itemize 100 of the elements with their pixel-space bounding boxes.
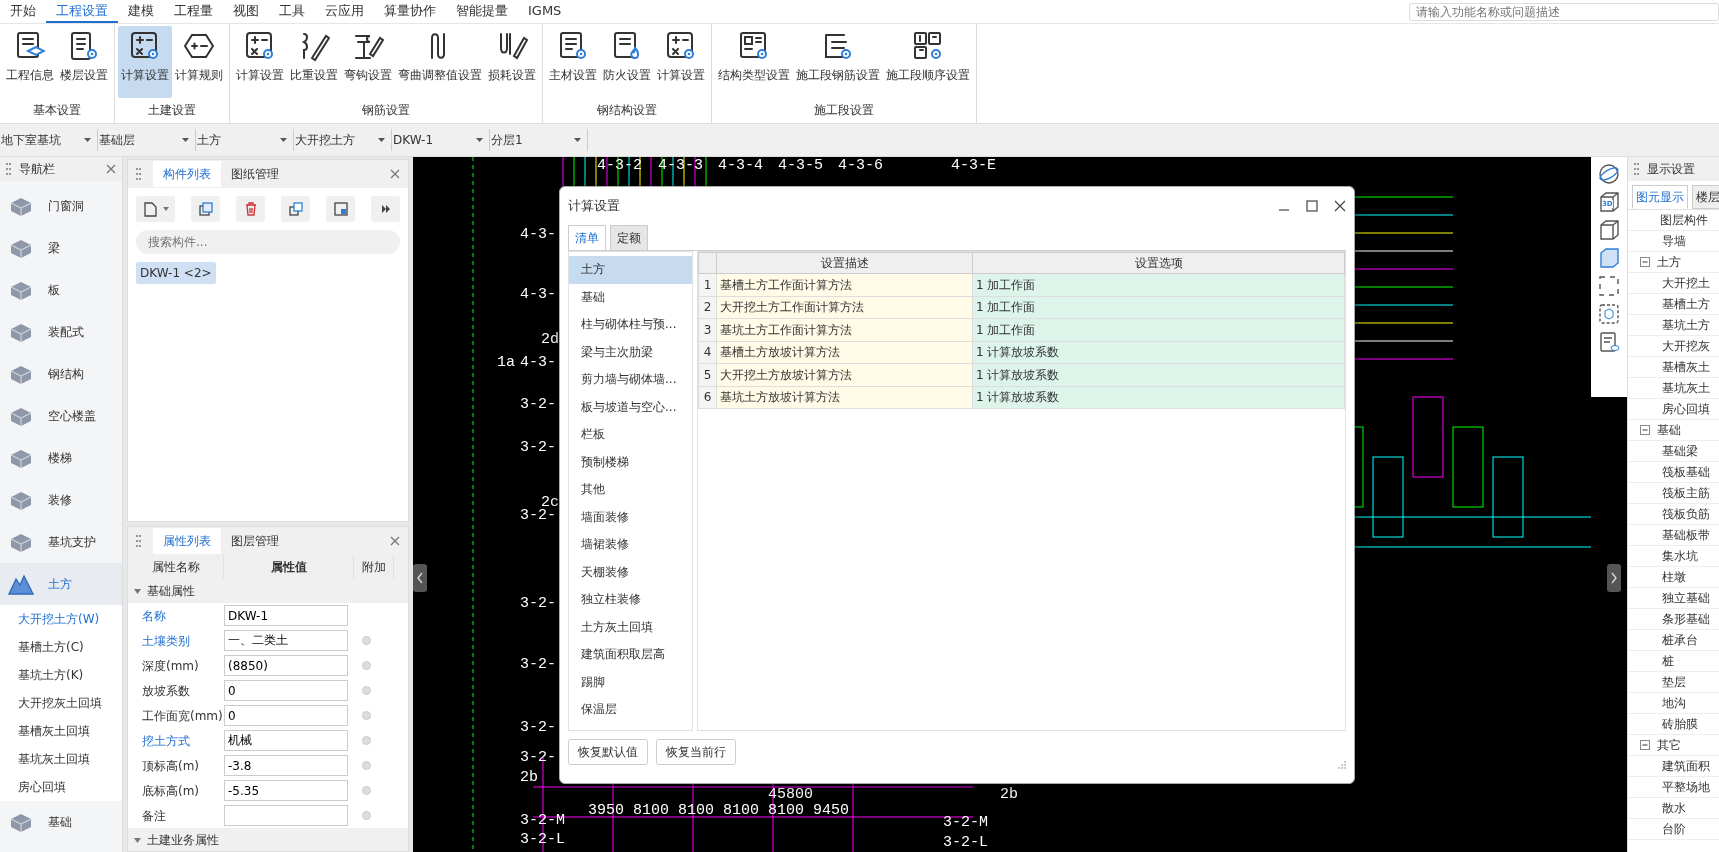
panel-tab[interactable]: 构件列表 <box>153 161 221 187</box>
nav-subitem[interactable]: 大开挖土方(W) <box>0 605 122 633</box>
property-value-field[interactable]: 机械 <box>224 730 348 752</box>
dialog-tab[interactable]: 定额 <box>610 225 648 250</box>
nav-item[interactable]: 基坑支护 <box>0 521 122 563</box>
nav-item[interactable]: 装配式 <box>0 311 122 353</box>
category-item[interactable]: 墙面装修 <box>569 503 692 531</box>
dropdown[interactable]: 基础层 <box>98 129 196 151</box>
category-item[interactable]: 天棚装修 <box>569 558 692 586</box>
attach-radio[interactable] <box>362 761 371 771</box>
tree-item[interactable]: 散水 <box>1628 798 1719 819</box>
dashed-cube-icon[interactable] <box>1598 303 1620 325</box>
ribbon-button[interactable]: 结构类型设置 <box>715 26 793 98</box>
tree-item[interactable]: 基槽灰土 <box>1628 357 1719 378</box>
tree-item[interactable]: 集水坑 <box>1628 546 1719 567</box>
toolbar-button[interactable] <box>236 196 266 222</box>
maximize-icon[interactable] <box>1306 200 1318 212</box>
table-cell[interactable]: 1 计算放坡系数 <box>972 386 1345 409</box>
menu-tab[interactable]: 工具 <box>269 0 315 23</box>
menu-tab[interactable]: 开始 <box>0 0 46 23</box>
category-item[interactable]: 墙裙装修 <box>569 531 692 559</box>
nav-item[interactable]: 基础 <box>0 801 122 843</box>
collapse-handle-icon[interactable] <box>413 564 427 592</box>
menu-tab[interactable]: 建模 <box>118 0 164 23</box>
dropdown[interactable]: 大开挖土方 <box>294 129 392 151</box>
dropdown[interactable]: DKW-1 <box>392 129 490 151</box>
tree-item[interactable]: 平整场地 <box>1628 777 1719 798</box>
ribbon-button[interactable]: 防火设置 <box>600 26 654 98</box>
search-field[interactable]: 请输入功能名称或问题描述 <box>1409 3 1719 21</box>
tree-item[interactable]: 导墙 <box>1628 231 1719 252</box>
category-item[interactable]: 梁与主次肋梁 <box>569 338 692 366</box>
panel-tab[interactable]: 楼层 <box>1692 185 1719 209</box>
ribbon-button[interactable]: 计算设置 <box>654 26 708 98</box>
property-value-field[interactable]: -5.35 <box>224 780 348 802</box>
property-value-field[interactable]: 0 <box>224 705 348 727</box>
nav-subitem[interactable]: 基坑灰土回填 <box>0 745 122 773</box>
ribbon-button[interactable]: 计算设置 <box>233 26 287 98</box>
menu-tab[interactable]: 工程量 <box>164 0 223 23</box>
nav-subitem[interactable]: 基坑土方(K) <box>0 661 122 689</box>
collapse-box-icon[interactable] <box>1640 425 1650 435</box>
property-group[interactable]: 土建业务属性 <box>128 828 408 851</box>
category-item[interactable]: 基础 <box>569 283 692 311</box>
ribbon-button[interactable]: 弯曲调整值设置 <box>395 26 485 98</box>
menu-tab[interactable]: 云应用 <box>315 0 374 23</box>
category-item[interactable]: 建筑面积取层高 <box>569 641 692 669</box>
tree-item[interactable]: 垫层 <box>1628 672 1719 693</box>
tree-item[interactable]: 基础板带 <box>1628 525 1719 546</box>
ribbon-button[interactable]: 施工段顺序设置 <box>883 26 973 98</box>
table-cell[interactable]: 1 计算放坡系数 <box>972 363 1345 386</box>
panel-tab[interactable]: 图纸管理 <box>221 161 289 187</box>
category-item[interactable]: 剪力墙与砌体墙... <box>569 366 692 394</box>
list-eye-icon[interactable] <box>1598 331 1620 353</box>
attach-radio[interactable] <box>362 661 371 671</box>
toolbar-button[interactable] <box>136 196 176 222</box>
table-cell[interactable]: 1 加工作面 <box>972 296 1345 319</box>
toolbar-button[interactable] <box>191 196 221 222</box>
collapse-handle-icon[interactable] <box>1607 564 1621 592</box>
menu-tab[interactable]: 工程设置 <box>46 0 118 23</box>
tree-item[interactable]: 地沟 <box>1628 693 1719 714</box>
attach-radio[interactable] <box>362 711 371 721</box>
category-item[interactable]: 踢脚 <box>569 668 692 696</box>
tree-item[interactable]: 台阶 <box>1628 819 1719 840</box>
nav-item[interactable]: 土方 <box>0 563 122 605</box>
nav-item[interactable]: 空心楼盖 <box>0 395 122 437</box>
nav-item[interactable]: 梁 <box>0 227 122 269</box>
property-value-field[interactable]: DKW-1 <box>224 605 348 627</box>
category-item[interactable]: 土方 <box>569 256 692 284</box>
ribbon-button[interactable]: 主材设置 <box>546 26 600 98</box>
nav-subitem[interactable]: 基槽土方(C) <box>0 633 122 661</box>
attach-radio[interactable] <box>362 686 371 696</box>
tree-item[interactable]: 桩 <box>1628 651 1719 672</box>
ribbon-button[interactable]: 施工段钢筋设置 <box>793 26 883 98</box>
ribbon-button[interactable]: 楼层设置 <box>57 26 111 98</box>
toolbar-button[interactable] <box>371 196 400 222</box>
ribbon-button[interactable]: 工程信息 <box>3 26 57 98</box>
category-item[interactable]: 保温层 <box>569 696 692 724</box>
cube-icon[interactable] <box>1598 247 1620 269</box>
ribbon-button[interactable]: 计算规则 <box>172 26 226 98</box>
cube-icon[interactable] <box>1598 219 1620 241</box>
menu-tab[interactable]: 算量协作 <box>374 0 446 23</box>
dialog-button[interactable]: 恢复默认值 <box>568 739 648 765</box>
menu-tab[interactable]: IGMS <box>518 0 572 23</box>
table-cell[interactable]: 1 计算放坡系数 <box>972 341 1345 364</box>
ribbon-button[interactable]: 比重设置 <box>287 26 341 98</box>
tree-item[interactable]: 大开挖灰 <box>1628 336 1719 357</box>
nav-subitem[interactable]: 基槽灰土回填 <box>0 717 122 745</box>
nav-item[interactable]: 装修 <box>0 479 122 521</box>
tree-item[interactable]: 其它 <box>1657 736 1681 754</box>
tree-item[interactable]: 砖胎膜 <box>1628 714 1719 735</box>
component-item[interactable]: DKW-1 <2> <box>136 262 216 284</box>
tree-item[interactable]: 筏板负筋 <box>1628 504 1719 525</box>
ribbon-button[interactable]: 弯钩设置 <box>341 26 395 98</box>
dialog-button[interactable]: 恢复当前行 <box>656 739 736 765</box>
panel-tab[interactable]: 图元显示 <box>1632 185 1688 209</box>
nav-item[interactable]: 门窗洞 <box>0 185 122 227</box>
table-cell[interactable]: 1 加工作面 <box>972 273 1345 296</box>
toolbar-button[interactable] <box>326 196 356 222</box>
menu-tab[interactable]: 视图 <box>223 0 269 23</box>
nav-item[interactable]: 板 <box>0 269 122 311</box>
attach-radio[interactable] <box>362 736 371 746</box>
